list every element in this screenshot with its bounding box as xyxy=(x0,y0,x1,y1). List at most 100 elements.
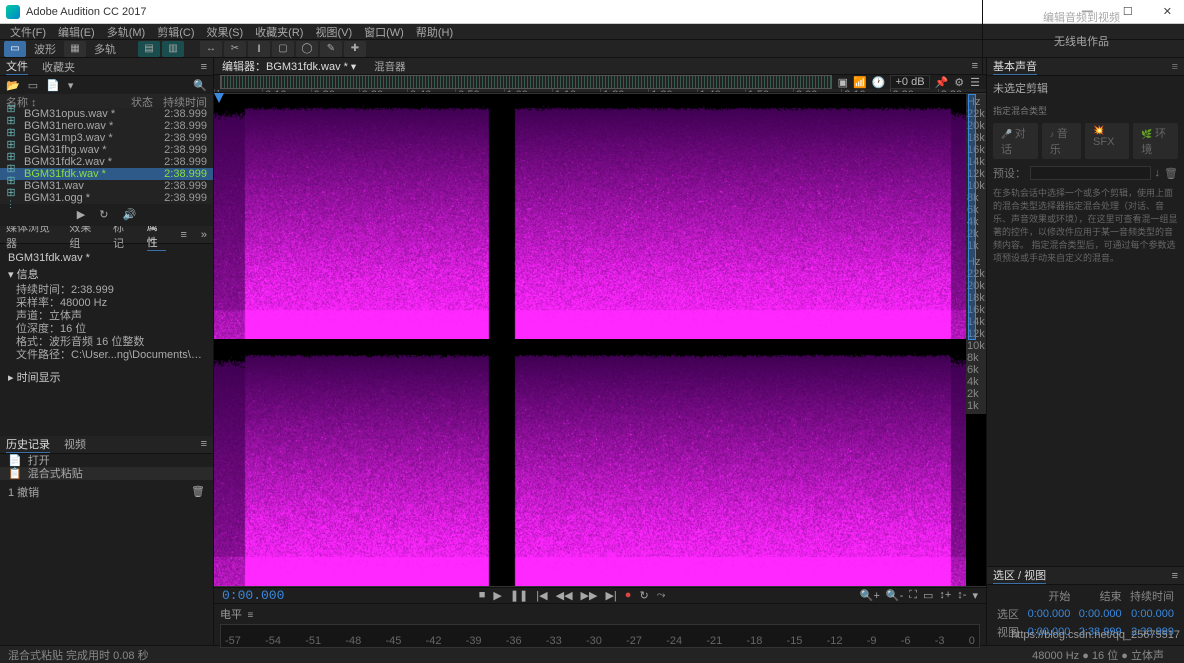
tab-essential-sound[interactable]: 基本声音 xyxy=(993,58,1037,75)
pin-icon[interactable]: 📌 xyxy=(935,76,949,89)
sel-start[interactable]: 0:00.000 xyxy=(1023,605,1074,623)
end-marker[interactable] xyxy=(968,94,976,340)
file-row[interactable]: ⊞⋮BGM31opus.wav *2:38.999 xyxy=(0,108,213,120)
tab-selection-view[interactable]: 选区 / 视图 xyxy=(993,567,1046,584)
file-new-icon[interactable]: ▭ xyxy=(28,79,38,92)
tab-effects-rack[interactable]: 效果组 xyxy=(69,226,99,251)
menu-effects[interactable]: 效果(S) xyxy=(203,23,248,41)
tab-media-browser[interactable]: 媒体浏览器 xyxy=(6,226,55,251)
volume-icon[interactable]: 📶 xyxy=(853,76,867,89)
tool-razor[interactable]: ✂ xyxy=(224,41,246,57)
file-filter-icon[interactable]: ▾ xyxy=(68,79,74,92)
preset-dropdown[interactable] xyxy=(1030,166,1151,180)
waveform-label[interactable]: 波形 xyxy=(28,41,62,57)
overview-navigator[interactable] xyxy=(220,75,832,89)
zoom-in-vert-icon[interactable]: ↕+ xyxy=(939,589,951,602)
timecode-display[interactable]: 0:00.000 xyxy=(222,588,284,603)
tool-move[interactable]: ↔ xyxy=(200,41,222,57)
zoom-in-icon[interactable]: 🔍+ xyxy=(860,589,880,602)
zoom-full-icon[interactable]: ⛶ xyxy=(909,589,917,602)
tab-favorites[interactable]: 收藏夹 xyxy=(42,59,75,75)
stop-button[interactable]: ■ xyxy=(479,589,486,602)
zoom-out-vert-icon[interactable]: ↕- xyxy=(957,589,966,602)
file-open-icon[interactable]: 📂 xyxy=(6,79,20,92)
workspace-video[interactable]: 编辑音频到视频 xyxy=(1043,9,1120,25)
panel-menu-icon[interactable]: ≡ xyxy=(201,61,207,73)
preset-save-icon[interactable]: ↓ xyxy=(1155,167,1161,179)
sel-dur[interactable]: 0:00.000 xyxy=(1126,605,1178,623)
goto-end-button[interactable]: ▶| xyxy=(605,589,616,602)
pill-ambience[interactable]: 🌿 环境 xyxy=(1133,123,1178,159)
hud-icon[interactable]: ▣ xyxy=(838,76,848,89)
col-duration[interactable]: 持续时间 xyxy=(163,94,207,108)
col-status[interactable]: 状态 xyxy=(131,94,163,108)
tool-brush[interactable]: ✎ xyxy=(320,41,342,57)
menu-help[interactable]: 帮助(H) xyxy=(412,23,457,41)
spectrogram-left-channel[interactable] xyxy=(214,94,966,339)
tab-properties[interactable]: 属性 xyxy=(147,226,167,251)
props-info-section[interactable]: ▾ 信息 xyxy=(8,269,205,282)
file-row[interactable]: ⊞⋮BGM31.ogg *2:38.999 xyxy=(0,192,213,204)
preset-delete-icon[interactable]: 🗑 xyxy=(1164,167,1178,180)
file-row[interactable]: ⊞⋮BGM31fhg.wav *2:38.999 xyxy=(0,144,213,156)
menu-view[interactable]: 视图(V) xyxy=(311,23,356,41)
record-button[interactable]: ● xyxy=(625,589,632,602)
props-time-display-section[interactable]: ▸ 时间显示 xyxy=(8,372,205,385)
menu-window[interactable]: 窗口(W) xyxy=(360,23,408,41)
tool-marquee[interactable]: ▢ xyxy=(272,41,294,57)
tool-lasso[interactable]: ◯ xyxy=(296,41,318,57)
clock-icon[interactable]: 🕐 xyxy=(872,76,886,89)
panel-menu-icon[interactable]: ≡ xyxy=(972,60,978,72)
editor-tab[interactable]: 编辑器：BGM31fdk.wav * ▾ xyxy=(222,58,356,74)
loop-button[interactable]: ↻ xyxy=(639,589,648,602)
tab-video[interactable]: 视频 xyxy=(64,436,86,452)
panel-menu-icon[interactable]: ≡ xyxy=(1172,61,1178,73)
zoom-sel-icbook[interactable]: ▭ xyxy=(923,589,933,602)
file-row[interactable]: ⊞⋮BGM31fdk2.wav *2:38.999 xyxy=(0,156,213,168)
panel-menu-icon[interactable]: ≡ xyxy=(201,438,207,450)
sel-end[interactable]: 0:00.000 xyxy=(1074,605,1125,623)
pill-music[interactable]: ♪ 音乐 xyxy=(1042,123,1081,159)
trash-icon[interactable]: 🗑 xyxy=(191,485,205,498)
rewind-button[interactable]: ◀◀ xyxy=(556,589,573,602)
file-import-icon[interactable]: 📄 xyxy=(46,79,60,92)
skip-button[interactable]: ⤳ xyxy=(657,589,666,602)
goto-start-button[interactable]: |◀ xyxy=(536,589,547,602)
pill-sfx[interactable]: 💥 SFX xyxy=(1085,123,1129,159)
channel-list-icon[interactable]: ☰ xyxy=(970,76,980,89)
level-meter[interactable]: -57-54-51-48-45-42-39-36-33-30-27-24-21-… xyxy=(220,624,980,648)
workspace-default[interactable]: 默认 xyxy=(1071,0,1093,1)
channel-pref-icon[interactable]: ⚙ xyxy=(954,76,964,89)
zoom-menu-icon[interactable]: ▾ xyxy=(972,589,978,602)
zoom-out-icon[interactable]: 🔍- xyxy=(886,589,903,602)
panel-menu-icon[interactable]: ≡ xyxy=(180,229,186,241)
tool-heal[interactable]: ✚ xyxy=(344,41,366,57)
file-row[interactable]: ⊞⋮BGM31nero.wav *2:38.999 xyxy=(0,120,213,132)
tab-history[interactable]: 历史记录 xyxy=(6,436,50,453)
search-icon[interactable]: 🔍 xyxy=(193,79,207,92)
file-loop-icon[interactable]: ↻ xyxy=(99,208,108,221)
menu-multitrack[interactable]: 多轨(M) xyxy=(103,23,150,41)
panel-menu-icon[interactable]: ≡ xyxy=(1172,570,1178,582)
pause-button[interactable]: ❚❚ xyxy=(510,589,528,602)
panel-overflow-icon[interactable]: » xyxy=(201,229,207,241)
spectral-freq-button[interactable]: ▤ xyxy=(138,41,160,57)
menu-edit[interactable]: 编辑(E) xyxy=(54,23,99,41)
tab-files[interactable]: 文件 xyxy=(6,58,28,75)
file-row[interactable]: ⊞⋮BGM31fdk.wav *2:38.999 xyxy=(0,168,213,180)
menu-file[interactable]: 文件(F) xyxy=(6,23,50,41)
spectral-pitch-button[interactable]: ▥ xyxy=(162,41,184,57)
spectrogram-view[interactable]: Hz22k20k18k16k14k12k10k8k6k4k2k1k Hz22k2… xyxy=(214,93,986,587)
ffwd-button[interactable]: ▶▶ xyxy=(581,589,598,602)
multitrack-label[interactable]: 多轨 xyxy=(88,41,122,57)
workspace-radio[interactable]: 无线电作品 xyxy=(1054,33,1109,49)
multitrack-view-button[interactable]: ▦ xyxy=(64,41,86,57)
play-button[interactable]: ▶ xyxy=(493,589,501,602)
tab-markers[interactable]: 标记 xyxy=(113,226,133,251)
col-name[interactable]: 名称 ↕ xyxy=(6,94,131,108)
pill-dialogue[interactable]: 🎤 对话 xyxy=(993,123,1038,159)
history-item[interactable]: 📋混合式粘贴 xyxy=(0,467,213,480)
gain-readout[interactable]: +0 dB xyxy=(890,75,929,89)
waveform-view-button[interactable]: ▭ xyxy=(4,41,26,57)
file-row[interactable]: ⊞⋮BGM31.wav2:38.999 xyxy=(0,180,213,192)
